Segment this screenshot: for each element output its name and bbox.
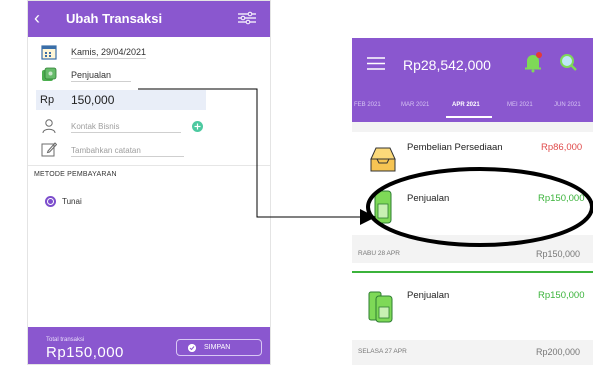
connector-line	[138, 88, 360, 218]
annotation-overlay	[138, 88, 593, 247]
highlight-ellipse	[366, 167, 593, 247]
